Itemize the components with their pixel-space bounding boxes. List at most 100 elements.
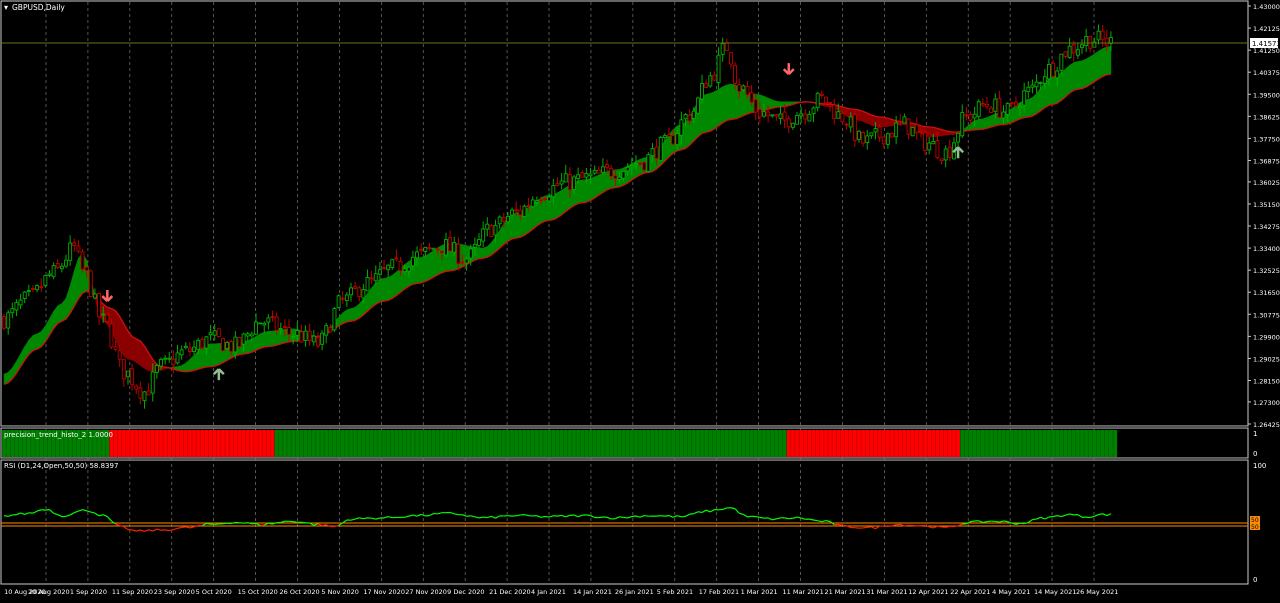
- rsi-segment: [91, 512, 95, 513]
- rsi-segment: [301, 522, 305, 523]
- rsi-segment: [541, 516, 545, 517]
- chart-canvas[interactable]: ▾ GBPUSD,Daily precision_trend_histo_2 1…: [0, 0, 1280, 599]
- band-segment: [248, 339, 252, 354]
- candle-body: [544, 199, 547, 200]
- candle-body: [882, 137, 885, 144]
- candle-body: [845, 124, 848, 125]
- candle-body: [560, 181, 563, 184]
- rsi-segment: [95, 513, 99, 516]
- trend-band: [4, 46, 1111, 384]
- rsi-segment: [140, 530, 144, 532]
- candle-body: [370, 278, 373, 279]
- candle-body: [911, 127, 914, 135]
- candle-body: [824, 97, 827, 103]
- candle-body: [420, 250, 423, 251]
- pane-separator[interactable]: [1, 426, 1248, 428]
- price-label: 1.31650: [1253, 289, 1280, 297]
- candle-body: [444, 240, 447, 255]
- candle-body: [903, 117, 906, 123]
- rsi-segment: [818, 521, 822, 522]
- candle-body: [250, 334, 253, 336]
- rsi-segment: [628, 516, 632, 517]
- candle-body: [849, 117, 852, 127]
- band-segment: [1103, 47, 1107, 76]
- candle-body: [511, 210, 514, 215]
- rsi-segment: [74, 511, 78, 513]
- rsi-segment: [706, 510, 710, 512]
- candle-body: [506, 216, 509, 221]
- candle-body: [172, 359, 175, 365]
- candle-body: [374, 274, 377, 281]
- rsi-segment: [624, 517, 628, 518]
- candle-body: [333, 309, 336, 330]
- band-segment: [983, 118, 987, 130]
- rsi-segment: [1004, 521, 1008, 522]
- candle-body: [465, 259, 468, 263]
- candle-body: [1019, 107, 1022, 108]
- candle-body: [19, 300, 22, 305]
- candle-body: [77, 246, 80, 251]
- band-segment: [396, 268, 400, 295]
- band-segment: [1061, 69, 1065, 100]
- rsi-segment: [842, 525, 846, 526]
- candle-body: [688, 115, 691, 121]
- time-label: 31 Mar 2021: [866, 588, 907, 596]
- candle-body: [424, 247, 427, 251]
- candle-body: [820, 94, 823, 95]
- candle-body: [655, 147, 658, 158]
- candle-body: [321, 333, 324, 344]
- band-segment: [970, 121, 974, 131]
- band-segment: [417, 258, 421, 284]
- rsi-segment: [801, 518, 805, 519]
- candle-body: [969, 114, 972, 120]
- candle-body: [940, 159, 943, 161]
- histogram-title: precision_trend_histo_2 1.0000: [4, 431, 113, 439]
- rsi-segment: [809, 519, 813, 520]
- candle-body: [188, 348, 191, 352]
- histogram-scale-top: 1: [1253, 430, 1257, 438]
- rsi-segment: [372, 518, 376, 519]
- band-segment: [1070, 63, 1074, 94]
- trading-chart-window[interactable]: ▾ GBPUSD,Daily precision_trend_histo_2 1…: [0, 0, 1280, 599]
- candle-body: [1101, 31, 1104, 39]
- rsi-segment: [632, 516, 636, 517]
- candle-body: [391, 260, 394, 268]
- time-label: 17 Nov 2020: [363, 588, 405, 596]
- candle-body: [205, 337, 208, 348]
- candle-body: [135, 386, 138, 389]
- candle-body: [762, 112, 765, 116]
- rsi-segment: [479, 517, 483, 518]
- chart-title-arrow-icon[interactable]: ▾: [4, 3, 8, 12]
- candle-body: [651, 149, 654, 156]
- band-segment: [351, 307, 355, 321]
- rsi-segment: [619, 517, 623, 518]
- band-segment: [1086, 57, 1090, 87]
- rsi-segment: [822, 521, 826, 522]
- candle-body: [841, 113, 844, 121]
- candle-body: [106, 315, 109, 321]
- band-segment: [33, 334, 37, 351]
- band-segment: [979, 119, 983, 130]
- candle-body: [944, 149, 947, 160]
- band-segment: [764, 96, 768, 110]
- candle-body: [151, 372, 154, 393]
- rsi-segment: [116, 524, 120, 526]
- rsi-segment: [644, 516, 648, 517]
- rsi-segment: [413, 515, 417, 516]
- rsi-level-label: 50: [1251, 524, 1259, 531]
- band-segment: [582, 180, 586, 203]
- candle-body: [312, 336, 315, 342]
- candle-body: [626, 167, 629, 170]
- rsi-segment: [743, 514, 747, 517]
- band-segment: [198, 347, 202, 369]
- price-label: 1.29025: [1253, 355, 1280, 363]
- price-label: 1.36875: [1253, 157, 1280, 165]
- candle-body: [1060, 54, 1063, 70]
- rsi-segment: [1107, 514, 1111, 516]
- pane-separator[interactable]: [1, 458, 1248, 460]
- candle-body: [717, 55, 720, 82]
- candle-body: [899, 122, 902, 123]
- rsi-segment: [537, 516, 541, 518]
- band-segment: [1053, 75, 1057, 104]
- band-segment: [929, 127, 933, 137]
